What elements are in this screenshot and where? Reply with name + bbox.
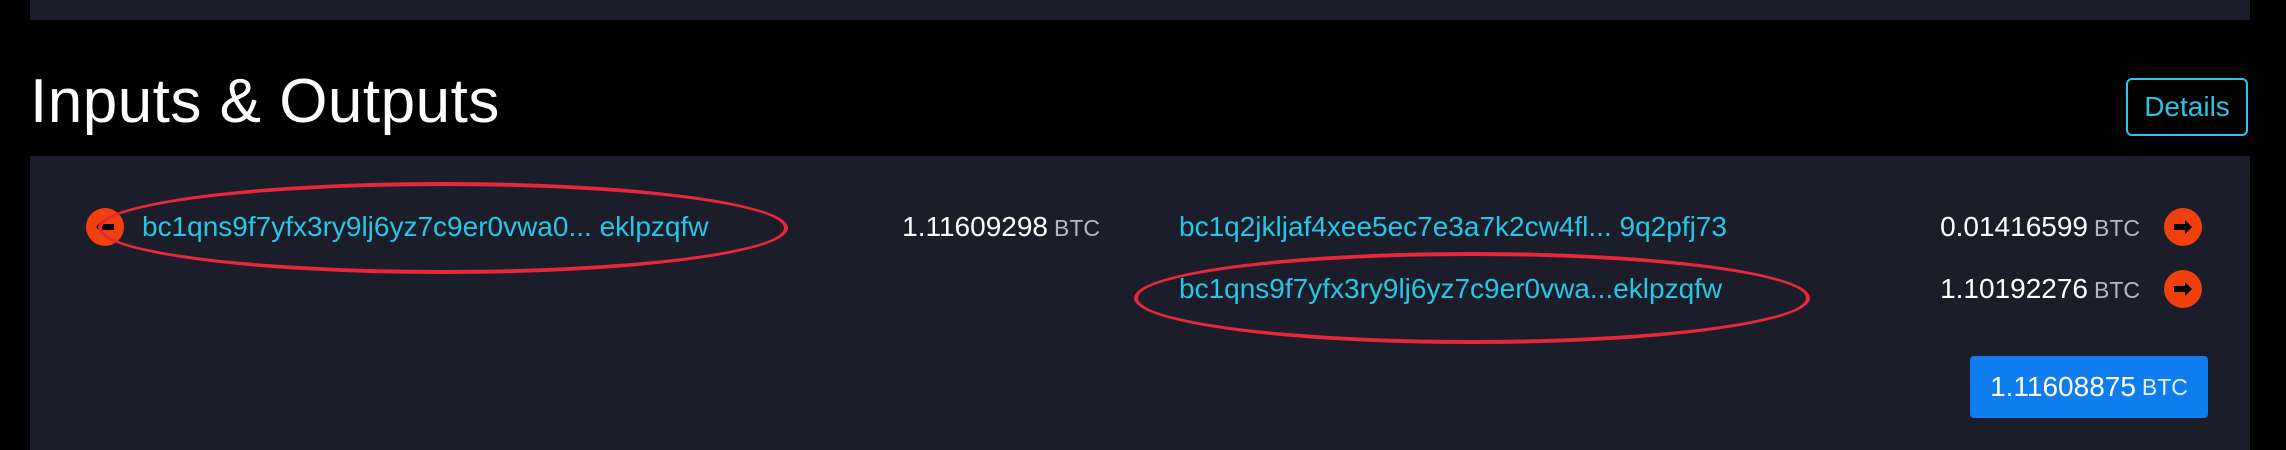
arrow-left-icon — [96, 220, 114, 234]
output-amount: 0.01416599 BTC — [1880, 210, 2140, 245]
total-amount-value: 1.11608875 — [1990, 371, 2136, 402]
input-arrow-icon[interactable] — [86, 208, 124, 246]
input-amount-value: 1.11609298 — [902, 211, 1048, 242]
output-arrow-icon[interactable] — [2164, 208, 2202, 246]
details-button[interactable]: Details — [2126, 78, 2248, 136]
previous-section-panel — [30, 0, 2250, 20]
output-address-link[interactable]: bc1qns9f7yfx3ry9lj6yz7c9er0vwa...eklpzqf… — [1179, 272, 1722, 306]
output-amount: 1.10192276 BTC — [1880, 272, 2140, 307]
input-amount-unit: BTC — [1054, 215, 1100, 241]
section-title: Inputs & Outputs — [30, 67, 500, 136]
input-amount: 1.11609298 BTC — [880, 210, 1100, 245]
input-address-link[interactable]: bc1qns9f7yfx3ry9lj6yz7c9er0vwa0... eklpz… — [142, 210, 709, 244]
total-amount-unit: BTC — [2141, 373, 2188, 400]
total-amount-badge: 1.11608875 BTC — [1970, 356, 2208, 418]
output-arrow-icon[interactable] — [2164, 270, 2202, 308]
output-amount-value: 0.01416599 — [1940, 211, 2088, 242]
output-amount-value: 1.10192276 — [1940, 273, 2088, 304]
arrow-right-icon — [2174, 220, 2192, 234]
output-address-link[interactable]: bc1q2jkljaf4xee5ec7e3a7k2cw4fl... 9q2pfj… — [1179, 210, 1727, 244]
output-amount-unit: BTC — [2094, 215, 2140, 241]
arrow-right-icon — [2174, 282, 2192, 296]
page: Inputs & Outputs Details bc1qns9f7yfx3ry… — [0, 0, 2286, 450]
output-amount-unit: BTC — [2094, 277, 2140, 303]
